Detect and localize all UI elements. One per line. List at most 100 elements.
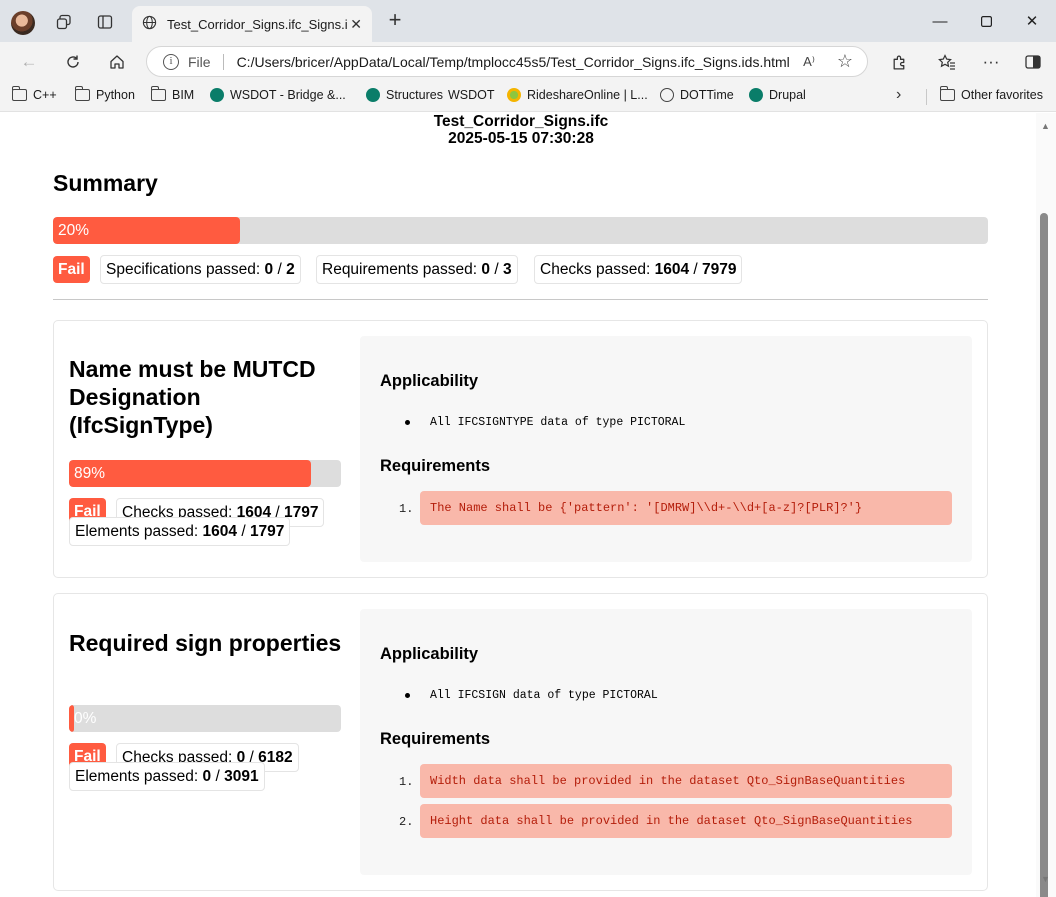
specification-elements-stat: Elements passed: 0 / 3091 <box>69 762 265 791</box>
summary-title: Summary <box>53 170 158 196</box>
specification-progress-bar: 0% <box>69 705 341 732</box>
requirements-heading: Requirements <box>380 730 491 748</box>
bookmark-wsdot[interactable]: WSDOT <box>448 88 495 102</box>
summary-status-badge: Fail <box>53 256 90 283</box>
page-scrollbar[interactable]: ▲ ▼ <box>1036 113 1056 897</box>
report-header: Test_Corridor_Signs.ifc 2025-05-15 07:30… <box>4 113 1036 147</box>
applicability-heading: Applicability <box>380 645 479 663</box>
minimize-icon[interactable]: — <box>920 8 960 34</box>
report-page: Test_Corridor_Signs.ifc 2025-05-15 07:30… <box>4 113 1036 897</box>
specification-progress-label: 0% <box>74 710 97 727</box>
close-tab-icon[interactable]: ✕ <box>350 16 362 33</box>
bookmark-label: WSDOT - Bridge &... <box>230 88 346 102</box>
summary-progress-bar: 20% <box>53 217 988 244</box>
close-window-icon[interactable]: ✕ <box>1012 8 1052 34</box>
specification-card: Name must be MUTCD Designation (IfcSignT… <box>53 320 988 578</box>
profile-avatar[interactable] <box>11 11 35 35</box>
folder-icon <box>151 86 166 101</box>
chevron-right-icon[interactable]: › <box>896 86 901 104</box>
scroll-up-icon[interactable]: ▲ <box>1041 121 1050 131</box>
folder-icon <box>12 86 27 101</box>
maximize-icon[interactable] <box>966 8 1006 34</box>
home-icon[interactable] <box>104 50 130 74</box>
requirement-item: Height data shall be provided in the dat… <box>420 804 952 838</box>
requirement-item: The Name shall be {'pattern': '[DMRW]\\d… <box>420 491 952 525</box>
rideshare-logo-icon <box>507 88 521 102</box>
report-timestamp: 2025-05-15 07:30:28 <box>448 130 594 147</box>
address-bar[interactable]: i File C:/Users/bricer/AppData/Local/Tem… <box>146 46 868 77</box>
workspaces-icon[interactable] <box>50 9 78 35</box>
specification-details-panel: Applicability All IFCSIGNTYPE data of ty… <box>360 336 972 562</box>
navigation-bar: ← i File C:/Users/bricer/AppData/Local/T… <box>0 42 1056 82</box>
bookmark-label: BIM <box>172 88 195 102</box>
bookmark-wsdot-bridge[interactable]: WSDOT - Bridge &... <box>210 88 346 102</box>
browser-chrome: Test_Corridor_Signs.ifc_Signs.ids.h ✕ + … <box>0 0 1056 112</box>
wsdot-logo-icon <box>366 88 380 102</box>
applicability-heading: Applicability <box>380 372 479 390</box>
folder-icon <box>75 86 90 101</box>
refresh-icon[interactable] <box>60 50 86 74</box>
vertical-tabs-icon[interactable] <box>91 9 119 35</box>
requirement-number: 2. <box>399 815 414 829</box>
bookmark-cpp[interactable]: C++ <box>12 86 57 102</box>
tab-title: Test_Corridor_Signs.ifc_Signs.ids.h <box>167 16 347 32</box>
applicability-item: All IFCSIGN data of type PICTORAL <box>405 689 658 702</box>
bookmark-other-favorites[interactable]: Other favorites <box>940 86 1043 102</box>
scroll-down-icon[interactable]: ▼ <box>1041 874 1050 884</box>
back-icon[interactable]: ← <box>16 50 42 74</box>
requirements-passed-stat: Requirements passed: 0 / 3 <box>316 255 518 284</box>
bookmark-label: RideshareOnline | L... <box>527 88 648 102</box>
file-label: File <box>188 53 211 70</box>
globe-icon <box>660 88 674 102</box>
specification-progress-bar: 89% <box>69 460 341 487</box>
specifications-passed-stat: Specifications passed: 0 / 2 <box>100 255 301 284</box>
checks-passed-stat: Checks passed: 1604 / 7979 <box>534 255 743 284</box>
summary-divider <box>53 299 988 300</box>
bookmark-label: WSDOT <box>448 88 495 102</box>
specification-progress-fill <box>69 460 312 487</box>
specification-details-panel: Applicability All IFCSIGN data of type P… <box>360 609 972 875</box>
bookmark-dottime[interactable]: DOTTime <box>660 88 734 102</box>
bookmarks-divider <box>926 89 927 105</box>
wsdot-logo-icon <box>210 88 224 102</box>
extensions-icon[interactable] <box>886 50 912 74</box>
folder-icon <box>940 86 955 101</box>
globe-icon <box>142 15 157 33</box>
specification-title: Required sign properties <box>69 630 342 656</box>
specification-card: Required sign properties 0% Checks passe… <box>53 593 988 891</box>
summary-progress-label: 20% <box>58 222 90 239</box>
split-screen-icon[interactable] <box>1020 50 1046 74</box>
url-text[interactable]: C:/Users/bricer/AppData/Local/Temp/tmplo… <box>237 54 790 70</box>
scrollbar-thumb[interactable] <box>1040 213 1048 897</box>
favorite-star-icon[interactable]: ☆ <box>837 51 853 72</box>
bookmark-label: Structures <box>386 88 443 102</box>
bookmark-drupal[interactable]: Drupal <box>749 88 806 102</box>
read-aloud-icon[interactable]: A⁾ <box>803 54 815 70</box>
bookmark-python[interactable]: Python <box>75 86 135 102</box>
bookmark-bim[interactable]: BIM <box>151 86 195 102</box>
bookmark-label: Python <box>96 88 135 102</box>
report-file-name: Test_Corridor_Signs.ifc <box>433 113 609 130</box>
more-options-icon[interactable]: ··· <box>978 50 1004 74</box>
tab-strip: Test_Corridor_Signs.ifc_Signs.ids.h ✕ + … <box>0 0 1056 42</box>
requirement-number: 1. <box>399 502 414 516</box>
favorites-icon[interactable] <box>934 50 960 74</box>
requirement-item: Width data shall be provided in the data… <box>420 764 952 798</box>
bookmarks-bar: C++ Python BIM WSDOT - Bridge &... Struc… <box>0 84 1056 110</box>
applicability-item: All IFCSIGNTYPE data of type PICTORAL <box>405 416 685 429</box>
specification-elements-stat: Elements passed: 1604 / 1797 <box>69 517 291 546</box>
wsdot-logo-icon <box>749 88 763 102</box>
bookmark-label: C++ <box>33 88 57 102</box>
bookmark-rideshare[interactable]: RideshareOnline | L... <box>507 88 648 102</box>
address-separator <box>222 53 224 70</box>
specification-title: Name must be MUTCD Designation (IfcSignT… <box>69 356 316 438</box>
info-icon[interactable]: i <box>163 53 179 70</box>
new-tab-icon[interactable]: + <box>383 9 407 33</box>
bookmark-label: Drupal <box>769 88 806 102</box>
bookmark-label: DOTTime <box>680 88 734 102</box>
bookmark-structures[interactable]: Structures <box>366 88 443 102</box>
tab-active[interactable]: Test_Corridor_Signs.ifc_Signs.ids.h ✕ <box>132 6 372 42</box>
specification-progress-label: 89% <box>74 465 106 482</box>
requirements-heading: Requirements <box>380 457 491 475</box>
requirement-number: 1. <box>399 775 414 789</box>
